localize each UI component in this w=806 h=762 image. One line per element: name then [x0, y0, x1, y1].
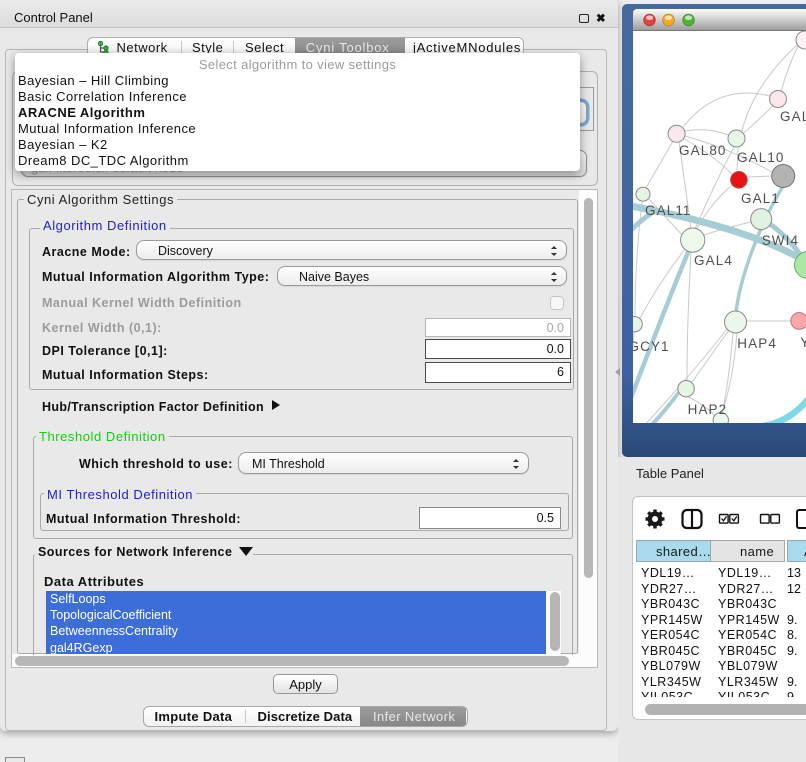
- svg-text:GAL7: GAL7: [780, 109, 806, 124]
- svg-text:GAL4: GAL4: [694, 253, 733, 268]
- svg-text:GAL80: GAL80: [679, 143, 727, 158]
- svg-text:HAP4: HAP4: [737, 336, 777, 351]
- svg-text:GCY1: GCY1: [633, 339, 670, 354]
- svg-text:HAP2: HAP2: [688, 402, 728, 417]
- svg-text:YJL: YJL: [800, 335, 806, 350]
- svg-text:GAL11: GAL11: [645, 203, 692, 218]
- svg-text:GAL1: GAL1: [741, 191, 780, 206]
- svg-text:SWI4: SWI4: [762, 233, 799, 248]
- svg-text:GAL10: GAL10: [737, 150, 785, 165]
